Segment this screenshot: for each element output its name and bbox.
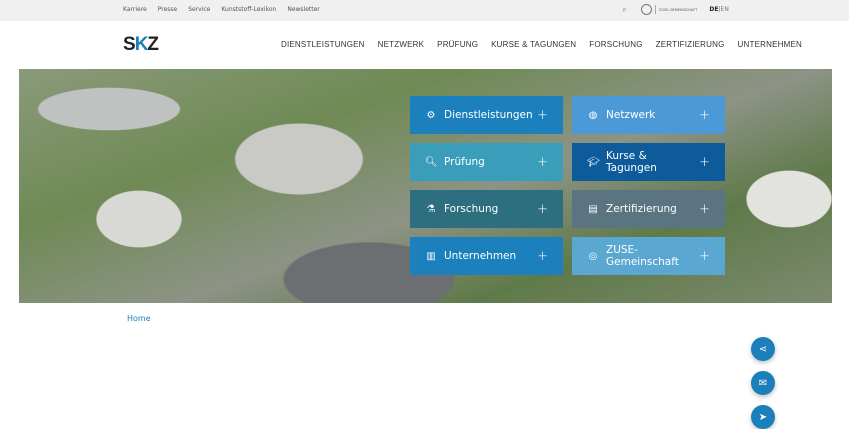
send-button[interactable]: ➤ bbox=[751, 405, 775, 429]
nav-kurse-tagungen[interactable]: KURSE & TAGUNGEN bbox=[491, 40, 576, 49]
share-icon: ⋖ bbox=[758, 343, 768, 355]
plus-icon[interactable]: + bbox=[699, 249, 710, 264]
link-presse[interactable]: Presse bbox=[158, 6, 177, 13]
top-bar: Karriere Presse Service Kunststoff-Lexik… bbox=[0, 0, 849, 21]
logo-z: Z bbox=[147, 34, 159, 55]
nav-dienstleistungen[interactable]: DIENSTLEISTUNGEN bbox=[281, 40, 365, 49]
tile-dienstleistungen[interactable]: ⚙ Dienstleistungen + bbox=[410, 96, 563, 134]
send-icon: ➤ bbox=[758, 411, 768, 423]
tile-prüfung[interactable]: 🔍︎ Prüfung + bbox=[410, 143, 563, 181]
link-service[interactable]: Service bbox=[188, 6, 210, 13]
search-icon[interactable]: ⌕ bbox=[622, 5, 627, 15]
tile-zertifizierung[interactable]: ▤ Zertifizierung + bbox=[572, 190, 725, 228]
plus-icon[interactable]: + bbox=[537, 155, 548, 170]
tile-forschung[interactable]: ⚗ Forschung + bbox=[410, 190, 563, 228]
lang-en[interactable]: EN bbox=[721, 6, 729, 13]
plus-icon[interactable]: + bbox=[537, 108, 548, 123]
language-switch: DE|EN bbox=[709, 6, 728, 13]
plus-icon[interactable]: + bbox=[537, 202, 548, 217]
link-kunststoff-lexikon[interactable]: Kunststoff-Lexikon bbox=[221, 6, 276, 13]
tile-label: Dienstleistungen bbox=[444, 109, 533, 121]
nav-unternehmen[interactable]: UNTERNEHMEN bbox=[738, 40, 802, 49]
tile-label: Zertifizierung bbox=[606, 203, 677, 215]
nav-zertifizierung[interactable]: ZERTIFIZIERUNG bbox=[656, 40, 725, 49]
share-button[interactable]: ⋖ bbox=[751, 337, 775, 361]
nav-forschung[interactable]: FORSCHUNG bbox=[589, 40, 642, 49]
tile-netzwerk[interactable]: ◍ Netzwerk + bbox=[572, 96, 725, 134]
certificate-icon: ▤ bbox=[588, 203, 598, 215]
link-newsletter[interactable]: Newsletter bbox=[287, 6, 319, 13]
plus-icon[interactable]: + bbox=[699, 108, 710, 123]
tile-label: ZUSE-Gemeinschaft bbox=[606, 244, 679, 268]
graduation-cap-icon: 🎓︎ bbox=[587, 156, 600, 168]
logo-k: K bbox=[134, 34, 149, 55]
mail-icon: ✉ bbox=[758, 377, 768, 389]
skz-logo[interactable]: SKZ bbox=[123, 34, 159, 56]
zuse-logo-link[interactable]: ZUSE-GEMEINSCHAFT bbox=[641, 4, 697, 15]
nav-netzwerk[interactable]: NETZWERK bbox=[378, 40, 425, 49]
plus-icon[interactable]: + bbox=[537, 249, 548, 264]
lang-de[interactable]: DE bbox=[709, 6, 718, 13]
network-globe-icon: ◍ bbox=[588, 109, 598, 121]
tile-label: Prüfung bbox=[444, 156, 485, 168]
breadcrumb-home[interactable]: Home bbox=[127, 314, 151, 323]
microscope-icon: ⚗ bbox=[426, 203, 436, 215]
plus-icon[interactable]: + bbox=[699, 155, 710, 170]
zuse-label: ZUSE-GEMEINSCHAFT bbox=[659, 7, 698, 12]
logo-s: S bbox=[123, 34, 136, 55]
nav-pruefung[interactable]: PRÜFUNG bbox=[437, 40, 478, 49]
tile-zuse-gemeinschaft[interactable]: ◎ ZUSE-Gemeinschaft + bbox=[572, 237, 725, 275]
tile-label: Kurse & Tagungen bbox=[606, 150, 657, 174]
building-icon: ▥ bbox=[426, 250, 436, 262]
zuse-icon: ◎ bbox=[588, 250, 598, 262]
tile-unternehmen[interactable]: ▥ Unternehmen + bbox=[410, 237, 563, 275]
tile-label: Netzwerk bbox=[606, 109, 656, 121]
gear-icon: ⚙ bbox=[426, 109, 436, 121]
tile-label: Forschung bbox=[444, 203, 499, 215]
plus-icon[interactable]: + bbox=[699, 202, 710, 217]
link-karriere[interactable]: Karriere bbox=[123, 6, 147, 13]
top-right: ⌕ ZUSE-GEMEINSCHAFT DE|EN bbox=[622, 4, 729, 15]
tile-kurse-tagungen[interactable]: 🎓︎ Kurse & Tagungen + bbox=[572, 143, 725, 181]
meta-nav: Karriere Presse Service Kunststoff-Lexik… bbox=[123, 6, 320, 13]
zuse-icon bbox=[641, 4, 653, 15]
tile-label: Unternehmen bbox=[444, 250, 517, 262]
mail-button[interactable]: ✉ bbox=[751, 371, 775, 395]
main-nav: DIENSTLEISTUNGEN NETZWERK PRÜFUNG KURSE … bbox=[281, 40, 802, 49]
search-icon: 🔍︎ bbox=[425, 156, 438, 168]
